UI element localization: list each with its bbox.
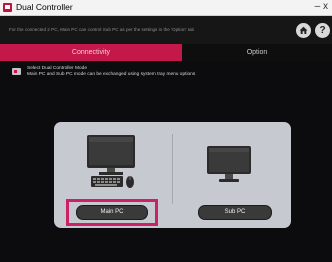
- tab-bar: Connectivity Option: [0, 44, 332, 61]
- header-bar: For the connected 2 PC, Main PC can cont…: [0, 16, 332, 44]
- mode-icon: [12, 68, 21, 75]
- sub-pc-button[interactable]: Sub PC: [198, 205, 272, 220]
- window-controls[interactable]: – x: [315, 0, 328, 13]
- tab-connectivity[interactable]: Connectivity: [0, 44, 182, 61]
- main-pc-icon: [87, 135, 135, 188]
- app-logo-icon: [3, 3, 12, 12]
- tab-option[interactable]: Option: [182, 44, 332, 61]
- help-button[interactable]: ?: [315, 23, 330, 38]
- header-description: For the connected 2 PC, Main PC can cont…: [9, 27, 195, 32]
- selection-highlight: [66, 199, 158, 226]
- sub-pc-icon: [207, 146, 251, 182]
- title-bar: Dual Controller – x: [0, 0, 332, 16]
- mode-subtitle: Main PC and Sub PC mode can be exchanged…: [27, 72, 196, 77]
- home-icon: [299, 26, 308, 34]
- panel-divider: [172, 134, 173, 204]
- mode-description: Select Dual Controller Mode Main PC and …: [27, 66, 195, 78]
- home-button[interactable]: [296, 23, 311, 38]
- window-title: Dual Controller: [16, 2, 73, 12]
